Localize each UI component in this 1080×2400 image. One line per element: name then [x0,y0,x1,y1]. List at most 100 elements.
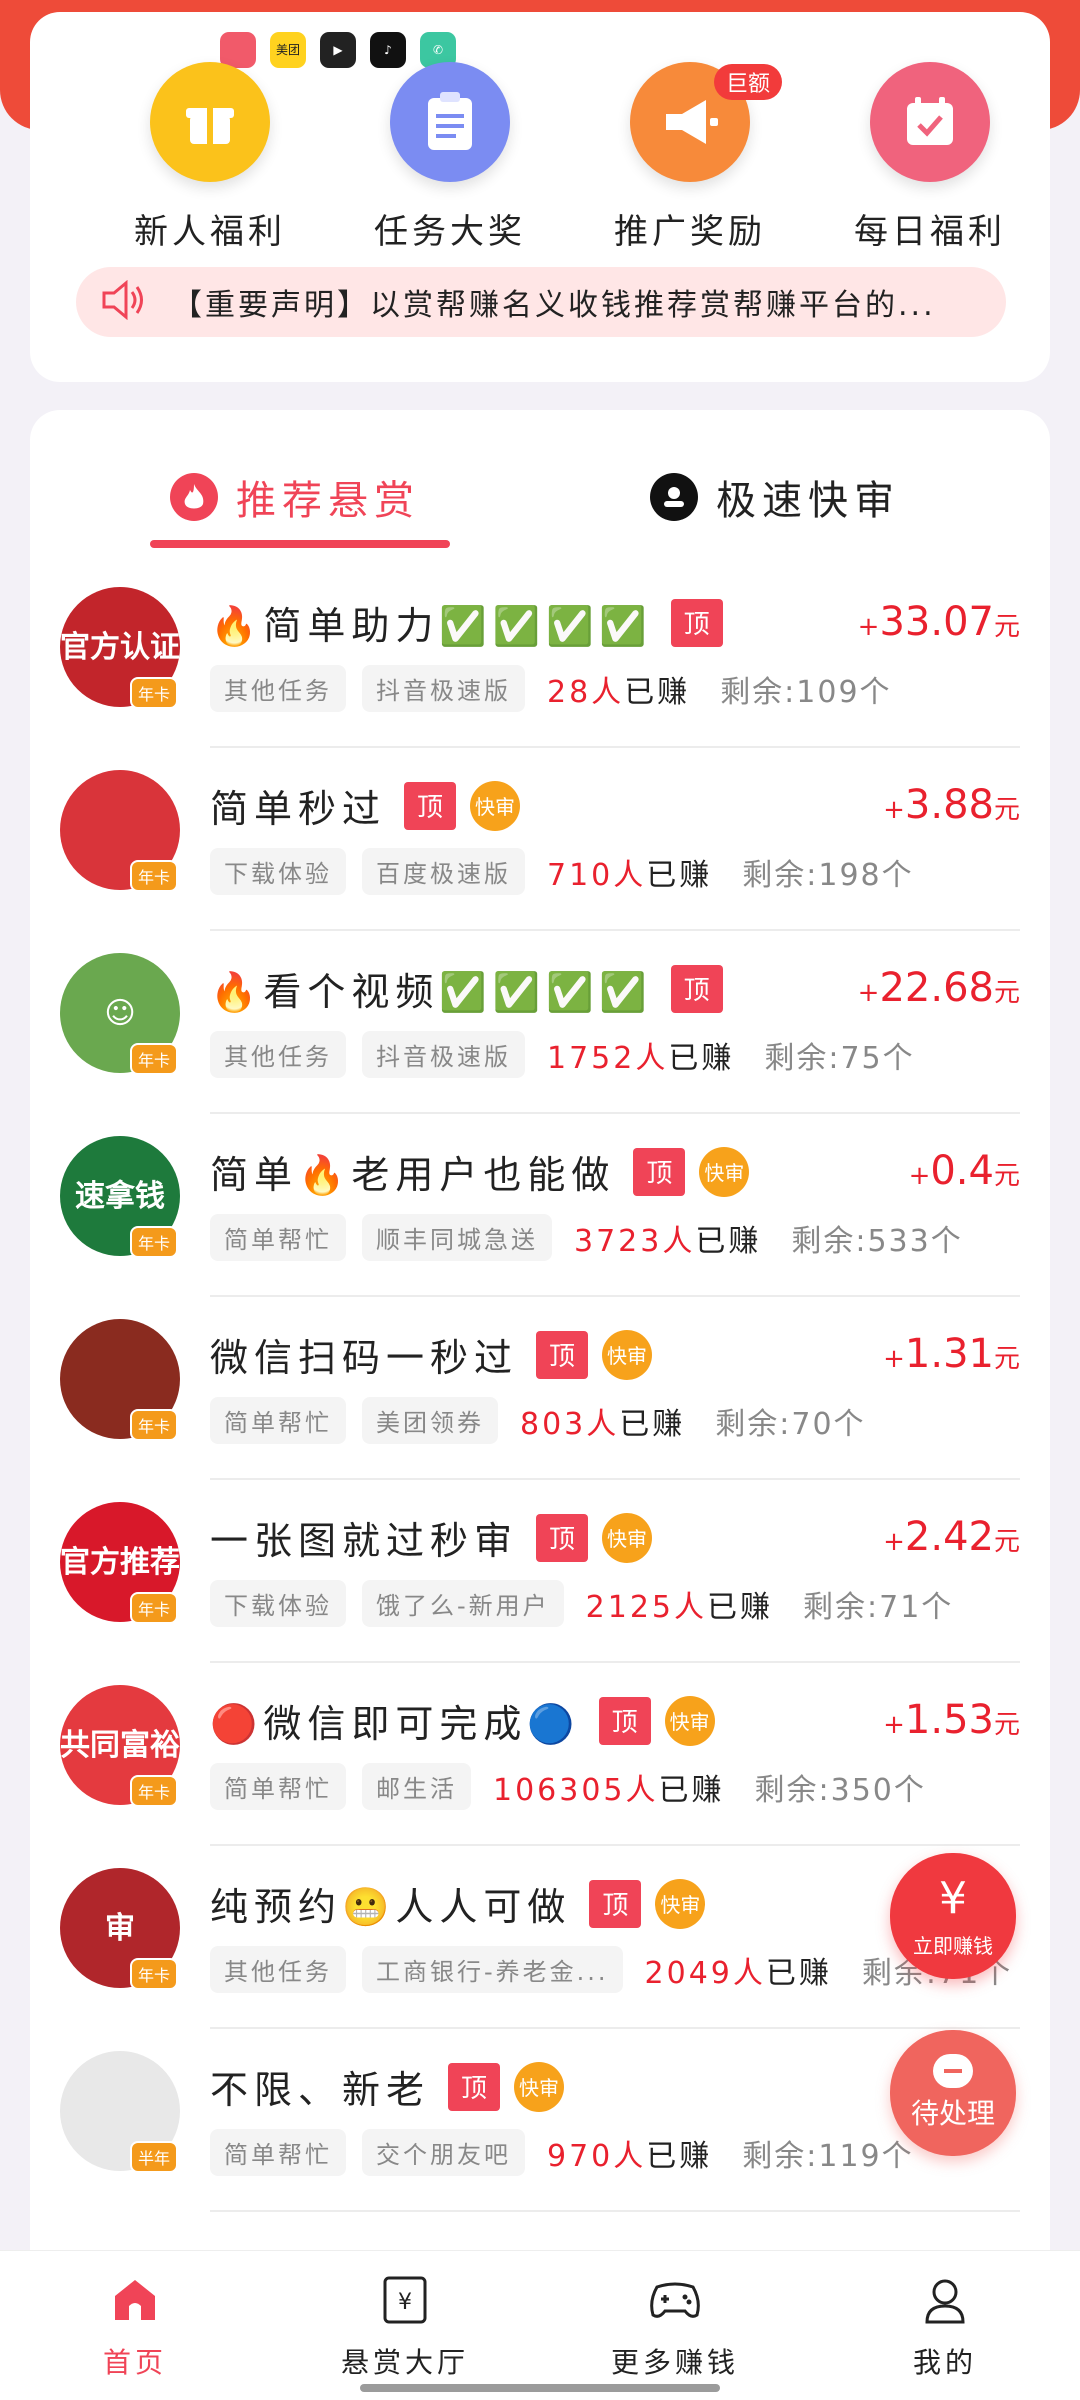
feature-label: 每日福利 [854,212,1006,252]
source-chip: 美团领券 [362,1397,498,1444]
task-title-row: 纯预约😬人人可做顶快审 [210,1876,706,1931]
message-icon [933,2054,973,2088]
task-item[interactable]: 共同富裕 年卡 🔴微信即可完成🔵 顶快审 +1.53元 简单帮忙 邮生活 106305人已赚剩… [30,1663,1050,1846]
task-meta: 其他任务 抖音极速版 1752人已赚 剩余:75个 [210,1031,915,1078]
earned-number: 1752人 [547,1040,669,1076]
home-indicator [360,2384,720,2392]
remaining-count: 剩余:198个 [742,857,914,893]
earn-now-label: 立即赚钱 [913,1934,993,1958]
earned-count: 1752人已赚 [547,1033,734,1077]
speaker-icon [100,279,146,324]
nav-home[interactable]: 首页 [35,2269,235,2381]
nav-label: 更多赚钱 [610,2346,739,2379]
notice-bar[interactable]: 【重要声明】以赏帮赚名义收钱推荐赏帮赚平台的... [76,267,1006,337]
reward-prefix: + [883,1710,905,1740]
top-tag: 顶 [448,2062,501,2111]
nav-more-earn[interactable]: 更多赚钱 [575,2269,775,2381]
earn-now-button[interactable]: ¥ 立即赚钱 [890,1853,1016,1979]
source-chip: 百度极速版 [362,848,525,895]
remaining-count: 剩余:533个 [791,1223,963,1259]
task-title-row: 🔴微信即可完成🔵 顶快审 [210,1693,715,1748]
avatar-text: 审 [105,1910,135,1946]
task-item[interactable]: ☺ 年卡 🔥看个视频✅✅✅✅ 顶 +22.68元 其他任务 抖音极速版 1752人已赚 剩余:7… [30,931,1050,1114]
year-badge: 年卡 [130,1226,179,1258]
remaining-count: 剩余:119个 [742,2138,914,2174]
reward-amount: 1.31 [904,1331,994,1377]
task-title: 微信扫码一秒过 [210,1336,519,1380]
tab-recommended[interactable]: 推荐悬赏 [170,468,420,526]
reward-unit: 元 [993,978,1020,1008]
task-title: 🔥简单助力✅✅✅✅ [210,604,653,648]
task-title-row: 简单秒过顶快审 [210,778,521,833]
year-badge: 半年 [130,2141,179,2173]
task-reward: +0.4元 [909,1148,1020,1194]
earned-number: 2049人 [644,1955,766,1991]
feature-promotion[interactable]: 巨额 推广奖励 [580,62,800,253]
feature-card: 美团 ▶ ♪ ✆ 新人福利 任务大奖 巨额 推广奖励 每日福利 【重要声明】以赏… [30,12,1050,382]
reward-unit: 元 [993,1527,1020,1557]
task-title-row: 🔥看个视频✅✅✅✅ 顶 [210,961,723,1016]
earned-suffix: 已赚 [646,2138,713,2174]
task-meta: 简单帮忙 顺丰同城急送 3723人已赚 剩余:533个 [210,1214,963,1261]
feature-task-prize[interactable]: 任务大奖 [340,62,560,253]
remaining-count: 剩余:350个 [754,1772,926,1808]
task-item[interactable]: 速拿钱 年卡 简单🔥老用户也能做顶快审 +0.4元 简单帮忙 顺丰同城急送 3723人已赚剩… [30,1114,1050,1297]
reward-prefix: + [857,978,880,1008]
reward-amount: 33.07 [879,599,994,645]
fast-review-tag: 快审 [470,780,521,831]
task-item[interactable]: 官方推荐 年卡 一张图就过秒审顶快审 +2.42元 下载体验 饿了么-新用户 2125人已赚… [30,1480,1050,1663]
task-meta: 其他任务 抖音极速版 28人已赚 剩余:109个 [210,665,892,712]
earned-suffix: 已赚 [619,1406,686,1442]
task-item[interactable]: 官方认证 年卡 🔥简单助力✅✅✅✅ 顶 +33.07元 其他任务 抖音极速版 28人已赚 剩余:… [30,565,1050,748]
promotion-badge: 巨额 [714,64,783,100]
category-chip: 简单帮忙 [210,1397,346,1444]
avatar-text: 官方认证 [60,629,180,665]
reward-amount: 3.88 [904,782,994,828]
reward-prefix: + [883,1527,905,1557]
feature-newcomer[interactable]: 新人福利 [100,62,320,253]
task-reward: +1.53元 [883,1697,1020,1743]
nav-mine[interactable]: 我的 [845,2269,1045,2381]
reward-unit: 元 [993,1710,1020,1740]
task-title: 不限、新老 [210,2068,431,2112]
earned-count: 28人已赚 [547,667,690,711]
earned-count: 970人已赚 [547,2131,712,2175]
task-item[interactable]: 年卡 微信扫码一秒过顶快审 +1.31元 简单帮忙 美团领券 803人已赚 剩余:70个 [30,1297,1050,1480]
year-badge: 年卡 [130,1592,179,1624]
reward-amount: 22.68 [879,965,994,1011]
top-tag: 顶 [633,1147,686,1196]
nav-reward-hall[interactable]: ¥ 悬赏大厅 [305,2269,505,2381]
reward-amount: 0.4 [930,1148,994,1194]
earned-count: 2049人已赚 [645,1948,832,1992]
feature-label: 新人福利 [134,212,286,252]
top-tag: 顶 [598,1696,651,1745]
earned-number: 970人 [547,2138,647,2174]
year-badge: 年卡 [130,1775,179,1807]
earned-suffix: 已赚 [658,1772,725,1808]
source-chip: 抖音极速版 [362,1031,525,1078]
reward-prefix: + [883,1344,905,1374]
nav-label: 悬赏大厅 [340,2346,469,2379]
earned-number: 106305人 [493,1772,659,1808]
task-title: 简单🔥老用户也能做 [210,1153,616,1197]
earned-suffix: 已赚 [668,1040,735,1076]
year-badge: 年卡 [130,677,179,709]
fast-review-tag: 快审 [699,1146,750,1197]
earned-count: 710人已赚 [547,850,712,894]
task-item[interactable]: 年卡 简单秒过顶快审 +3.88元 下载体验 百度极速版 710人已赚 剩余:198个 [30,748,1050,931]
remaining-count: 剩余:109个 [720,674,892,710]
earned-count: 803人已赚 [520,1399,685,1443]
tab-fast-review[interactable]: 极速快审 [650,468,900,526]
source-chip: 交个朋友吧 [362,2129,525,2176]
task-meta: 其他任务工商银行-养老金...2049人已赚剩余:71个 [210,1946,1012,1993]
svg-text:¥: ¥ [398,2290,412,2315]
source-chip: 顺丰同城急送 [362,1214,552,1261]
fast-review-tag: 快审 [602,1512,653,1563]
reward-unit: 元 [993,612,1020,642]
flame-icon [170,473,218,521]
pending-button[interactable]: 待处理 [890,2030,1016,2156]
category-chip: 下载体验 [210,848,346,895]
feature-daily[interactable]: 每日福利 [820,62,1040,253]
category-chip: 简单帮忙 [210,2129,346,2176]
task-meta: 简单帮忙 交个朋友吧 970人已赚 剩余:119个 [210,2129,914,2176]
